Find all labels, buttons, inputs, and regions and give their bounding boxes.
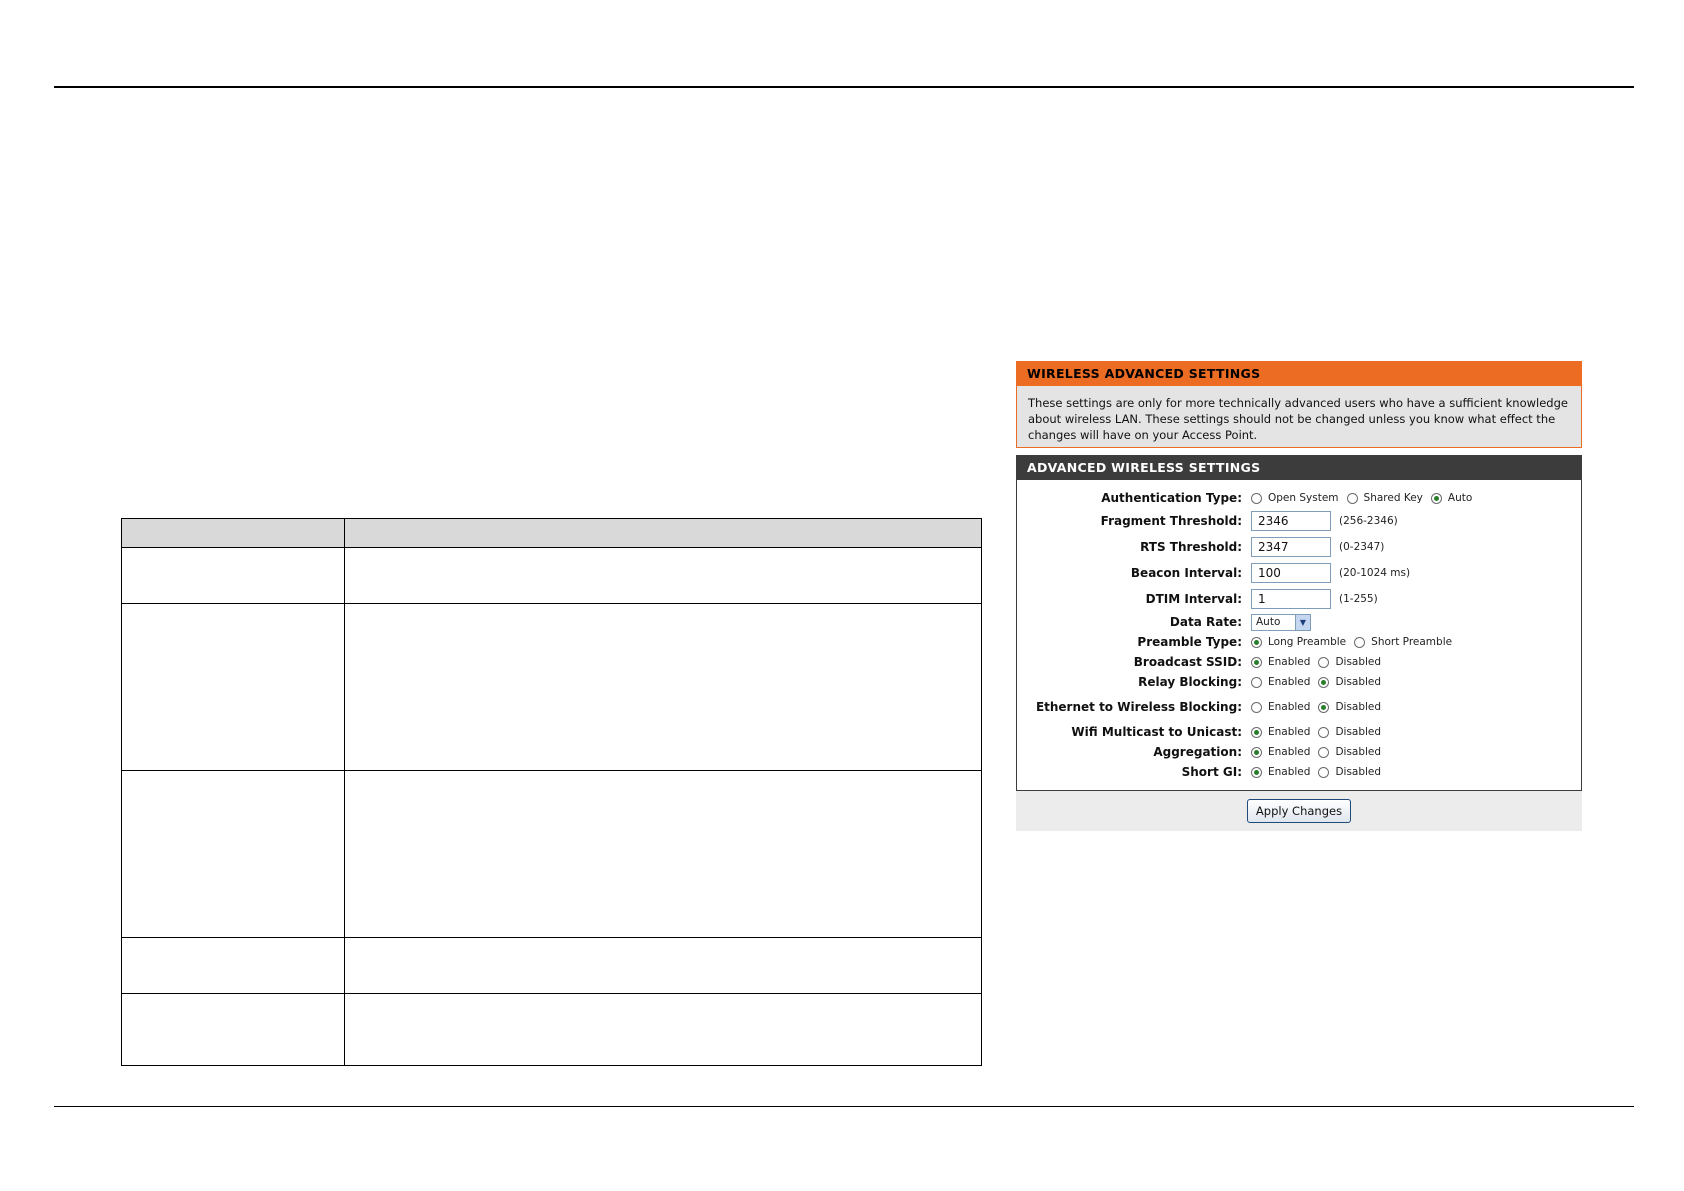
- relay-disabled-label: Disabled: [1335, 676, 1382, 688]
- table-cell: [121, 770, 345, 938]
- table-header-row: [121, 518, 982, 548]
- button-bar: Apply Changes: [1016, 791, 1582, 831]
- dtim-interval-input[interactable]: [1251, 589, 1331, 609]
- rts-row: RTS Threshold: (0-2347): [1017, 534, 1581, 560]
- apply-changes-button[interactable]: Apply Changes: [1246, 799, 1352, 823]
- short-gi-disabled-label: Disabled: [1335, 766, 1382, 778]
- ethernet-disabled-label: Disabled: [1335, 701, 1382, 713]
- ethernet-blocking-label: Ethernet to Wireless Blocking:: [1035, 700, 1242, 714]
- auth-open-system-label: Open System: [1268, 492, 1339, 504]
- beacon-label: Beacon Interval:: [1130, 566, 1242, 580]
- relay-disabled-radio[interactable]: [1318, 676, 1330, 688]
- multicast-disabled-radio[interactable]: [1318, 726, 1330, 738]
- table-cell: [121, 547, 345, 604]
- table-cell: [121, 993, 345, 1066]
- relay-blocking-label: Relay Blocking:: [1138, 675, 1242, 689]
- auth-shared-key-label: Shared Key: [1363, 492, 1423, 504]
- data-rate-value: Auto: [1256, 616, 1281, 628]
- dtim-label: DTIM Interval:: [1145, 592, 1242, 606]
- preamble-long-radio[interactable]: [1251, 636, 1262, 648]
- table-row: [121, 937, 982, 994]
- auth-shared-key-radio[interactable]: [1346, 492, 1358, 504]
- top-rule: [54, 86, 1634, 88]
- aggregation-disabled-radio[interactable]: [1318, 746, 1330, 758]
- rts-threshold-input[interactable]: [1251, 537, 1331, 557]
- bottom-rule: [54, 1106, 1634, 1107]
- table-cell: [344, 993, 982, 1066]
- auth-type-row: Authentication Type: Open System Shared …: [1017, 488, 1581, 508]
- aggregation-disabled-label: Disabled: [1335, 746, 1382, 758]
- preamble-row: Preamble Type: Long Preamble Short Pream…: [1017, 632, 1581, 652]
- multicast-enabled-label: Enabled: [1268, 726, 1311, 738]
- ethernet-disabled-radio[interactable]: [1318, 701, 1330, 713]
- table-cell: [344, 603, 982, 771]
- aggregation-row: Aggregation: Enabled Disabled: [1017, 742, 1581, 762]
- table-row: [121, 993, 982, 1066]
- data-rate-label: Data Rate:: [1169, 615, 1242, 629]
- table-cell: [121, 937, 345, 994]
- preamble-short-label: Short Preamble: [1371, 636, 1453, 648]
- beacon-interval-input[interactable]: [1251, 563, 1331, 583]
- table-header-cell: [121, 518, 345, 548]
- broadcast-disabled-label: Disabled: [1335, 656, 1382, 668]
- wireless-settings-panel: WIRELESS ADVANCED SETTINGS These setting…: [1016, 361, 1582, 831]
- broadcast-ssid-label: Broadcast SSID:: [1133, 655, 1242, 669]
- broadcast-enabled-label: Enabled: [1268, 656, 1311, 668]
- short-gi-disabled-radio[interactable]: [1318, 766, 1330, 778]
- warning-notice: These settings are only for more technic…: [1016, 386, 1582, 448]
- table-row: [121, 603, 982, 771]
- beacon-hint: (20-1024 ms): [1339, 567, 1411, 579]
- preamble-short-radio[interactable]: [1354, 636, 1366, 648]
- rts-hint: (0-2347): [1339, 541, 1385, 553]
- broadcast-disabled-radio[interactable]: [1318, 656, 1330, 668]
- preamble-long-label: Long Preamble: [1268, 636, 1347, 648]
- fragment-threshold-input[interactable]: [1251, 511, 1331, 531]
- auth-type-label: Authentication Type:: [1101, 491, 1242, 505]
- preamble-label: Preamble Type:: [1137, 635, 1242, 649]
- table-row: [121, 770, 982, 938]
- fragment-row: Fragment Threshold: (256-2346): [1017, 508, 1581, 534]
- ethernet-enabled-radio[interactable]: [1251, 701, 1262, 713]
- multicast-disabled-label: Disabled: [1335, 726, 1382, 738]
- table-row: [121, 547, 982, 604]
- relay-enabled-radio[interactable]: [1251, 676, 1262, 688]
- description-table: [121, 518, 982, 1066]
- table-cell: [344, 937, 982, 994]
- advanced-wireless-header: ADVANCED WIRELESS SETTINGS: [1016, 455, 1582, 480]
- auth-auto-radio[interactable]: [1430, 492, 1442, 504]
- broadcast-ssid-row: Broadcast SSID: Enabled Disabled: [1017, 652, 1581, 672]
- relay-enabled-label: Enabled: [1268, 676, 1311, 688]
- aggregation-enabled-label: Enabled: [1268, 746, 1311, 758]
- broadcast-enabled-radio[interactable]: [1251, 656, 1262, 668]
- beacon-row: Beacon Interval: (20-1024 ms): [1017, 560, 1581, 586]
- table-cell: [344, 547, 982, 604]
- dtim-row: DTIM Interval: (1-255): [1017, 586, 1581, 612]
- data-rate-select[interactable]: Auto ▼: [1251, 613, 1311, 631]
- short-gi-label: Short GI:: [1181, 765, 1242, 779]
- multicast-row: Wifi Multicast to Unicast: Enabled Disab…: [1017, 722, 1581, 742]
- short-gi-row: Short GI: Enabled Disabled: [1017, 762, 1581, 782]
- auth-auto-label: Auto: [1447, 492, 1473, 504]
- table-cell: [121, 603, 345, 771]
- chevron-down-icon[interactable]: ▼: [1295, 614, 1310, 630]
- fragment-hint: (256-2346): [1339, 515, 1398, 527]
- table-cell: [344, 770, 982, 938]
- settings-form: Authentication Type: Open System Shared …: [1016, 480, 1582, 791]
- table-header-cell: [344, 518, 982, 548]
- data-rate-row: Data Rate: Auto ▼: [1017, 612, 1581, 632]
- auth-open-system-radio[interactable]: [1251, 492, 1262, 504]
- relay-blocking-row: Relay Blocking: Enabled Disabled: [1017, 672, 1581, 692]
- wireless-advanced-header: WIRELESS ADVANCED SETTINGS: [1016, 361, 1582, 386]
- fragment-label: Fragment Threshold:: [1100, 514, 1242, 528]
- short-gi-enabled-radio[interactable]: [1251, 766, 1262, 778]
- multicast-enabled-radio[interactable]: [1251, 726, 1262, 738]
- short-gi-enabled-label: Enabled: [1268, 766, 1311, 778]
- aggregation-enabled-radio[interactable]: [1251, 746, 1262, 758]
- aggregation-label: Aggregation:: [1153, 745, 1242, 759]
- rts-label: RTS Threshold:: [1140, 540, 1242, 554]
- ethernet-enabled-label: Enabled: [1268, 701, 1311, 713]
- multicast-label: Wifi Multicast to Unicast:: [1071, 725, 1242, 739]
- ethernet-blocking-row: Ethernet to Wireless Blocking: Enabled D…: [1017, 692, 1581, 722]
- dtim-hint: (1-255): [1339, 593, 1378, 605]
